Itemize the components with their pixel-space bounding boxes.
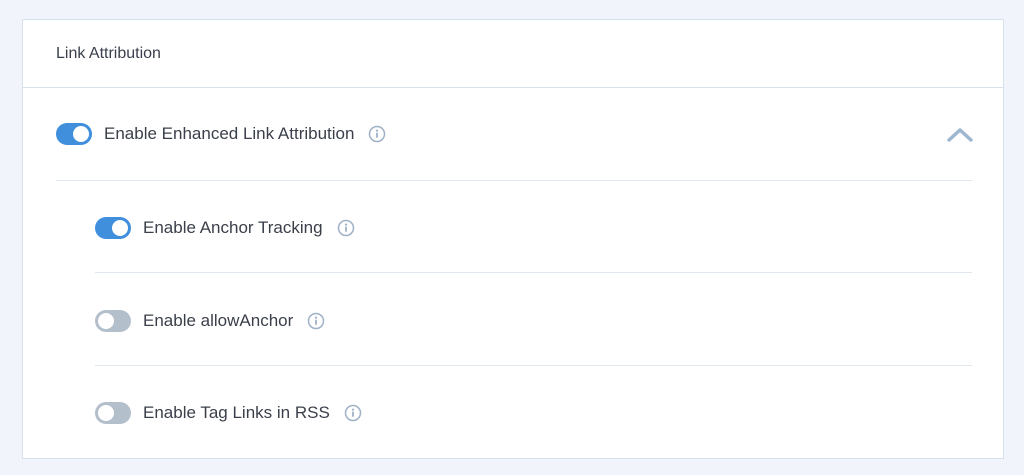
info-icon[interactable] (307, 312, 325, 330)
link-attribution-panel: Link Attribution Enable Enhanced Link At… (22, 19, 1004, 459)
chevron-up-icon[interactable] (946, 126, 974, 144)
allow-anchor-toggle[interactable] (95, 310, 131, 332)
anchor-tracking-label: Enable Anchor Tracking (143, 218, 323, 237)
toggle-knob (112, 220, 128, 236)
tag-links-rss-label: Enable Tag Links in RSS (143, 403, 330, 422)
toggle-knob (98, 405, 114, 421)
divider (95, 272, 972, 273)
panel-title: Link Attribution (56, 44, 161, 62)
setting-row-tag-links-rss: Enable Tag Links in RSS (95, 402, 362, 424)
tag-links-rss-toggle[interactable] (95, 402, 131, 424)
divider (95, 365, 972, 366)
enhanced-link-attribution-label: Enable Enhanced Link Attribution (104, 124, 355, 143)
toggle-knob (73, 126, 89, 142)
info-icon[interactable] (337, 219, 355, 237)
divider (56, 180, 972, 181)
info-icon[interactable] (344, 404, 362, 422)
allow-anchor-label: Enable allowAnchor (143, 311, 294, 330)
enhanced-link-attribution-toggle[interactable] (56, 123, 92, 145)
anchor-tracking-toggle[interactable] (95, 217, 131, 239)
setting-row-anchor-tracking: Enable Anchor Tracking (95, 217, 355, 239)
toggle-knob (98, 313, 114, 329)
panel-header: Link Attribution (23, 20, 1003, 88)
setting-row-enhanced-link-attribution: Enable Enhanced Link Attribution (56, 123, 386, 145)
setting-row-allow-anchor: Enable allowAnchor (95, 310, 325, 332)
info-icon[interactable] (368, 125, 386, 143)
